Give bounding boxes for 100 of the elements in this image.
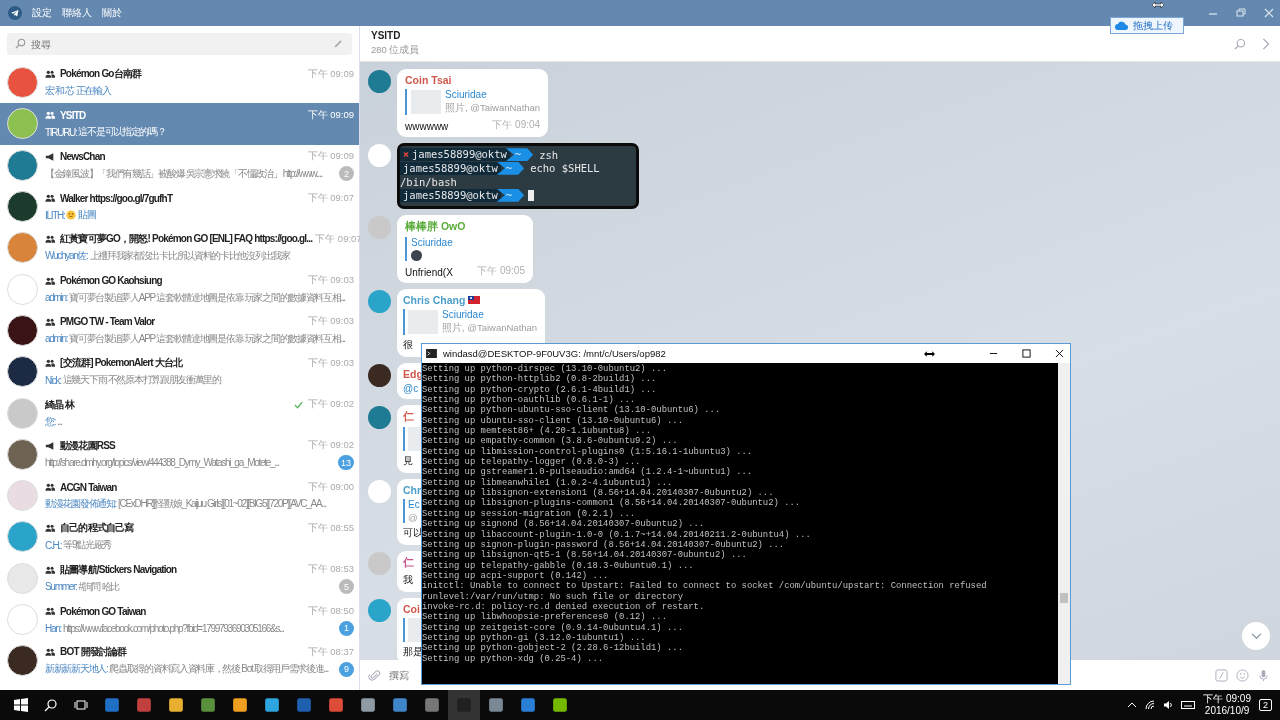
avatar-placeholder <box>7 521 38 553</box>
message-sender: C.H.: <box>45 539 62 551</box>
menu-item[interactable]: 關於 <box>102 6 122 20</box>
console-icon <box>426 349 437 358</box>
avatar-placeholder <box>368 406 391 429</box>
sender-name: 棒棒胖 OwO <box>405 220 466 234</box>
message-preview: ... <box>57 416 62 427</box>
chat-list-item[interactable]: NewsChan 下午 09:09 【金鐘風波】「我們有幾話」被酸爆 吳宗憲求饒「不懂政治」 http://www.... 2 <box>0 144 359 186</box>
message-preview: 貼圖 <box>78 208 96 223</box>
terminal-line: Setting up python-oauthlib (0.6.1-1) ... <box>422 395 636 406</box>
chat-time: 下午 09:09 <box>307 67 354 81</box>
group-icon <box>45 276 55 285</box>
sender-name: Chris Chang <box>403 294 466 306</box>
upload-button[interactable]: 拖拽上传 <box>1110 17 1184 34</box>
maximize-icon[interactable] <box>1022 349 1031 358</box>
unread-count: 1 <box>339 620 354 636</box>
sender-name: Coi <box>403 603 420 615</box>
chevron-up-icon[interactable] <box>1127 700 1138 710</box>
chat-list-item[interactable]: 動漫花園RSS 下午 09:02 http://share.dmhy.org/topics/view/444388_Dymy_Watashi_ga_Motete_... 13 <box>0 433 359 475</box>
avatar-placeholder <box>7 562 38 594</box>
message-input[interactable]: 撰寫 <box>389 669 411 681</box>
notification-count[interactable]: 2 <box>1259 699 1272 711</box>
chat-list-item[interactable]: [交流群] PokemonAlert 大台北 下午 09:03 Nick: 這幾天下雨 不然原本打算跟朋友衝萬里的 <box>0 351 359 393</box>
avatar-placeholder <box>368 364 391 387</box>
terminal-line: Setting up zeitgeist-core (0.9.14-0ubuntu4.1) ... <box>422 622 684 633</box>
chat-list-item[interactable]: Pokémon GO Kaohsiung 下午 09:03 admin: 寶可夢台製追夢人APP 這套軟體達地圖是依靠 玩家之間的數據資料互相... <box>0 268 359 310</box>
message-sender: 您: <box>45 414 56 429</box>
mention-link[interactable]: @c <box>403 383 419 394</box>
megaphone-icon <box>45 441 55 450</box>
message-text: 很 <box>403 338 413 352</box>
message-text: 見 <box>403 454 413 468</box>
message-sender: Wuchyan佐: <box>45 249 88 264</box>
terminal-line: Setting up libwhoopsie-preferences0 (0.12) ... <box>422 612 668 623</box>
message-sender: admin: <box>45 292 68 304</box>
resize-cursor-icon <box>924 350 935 357</box>
keyboard-icon[interactable] <box>1181 700 1196 710</box>
chat-list-item[interactable]: 紅黃寶可夢GO，開怒! Pokémon GO [ENL] FAQ https://goo.gl... 下午 09:07 Wuchyan佐: 上禮拜我家都沒出卡比所以資料的卡比他沒列出我家 <box>0 227 359 269</box>
message-preview: [CExDHR][怪獸娘_Kaijuu Girls][01~02][BIG5][720P][AVC_AA... <box>118 497 326 512</box>
paperclip-icon[interactable] <box>368 668 381 682</box>
group-icon <box>45 359 55 368</box>
message-preview: 【金鐘風波】「我們有幾話」被酸爆 吳宗憲求饒「不懂政治」 http://www.... <box>45 166 322 181</box>
chat-list-item[interactable]: ACGN Taiwan 下午 09:00 動漫花園發佈通知: [CExDHR][怪獸娘_Kaijuu Girls][01~02][BIG5][720P][AVC_AA... <box>0 474 359 517</box>
reply-title: Sciuridae <box>411 237 453 248</box>
menu-item[interactable]: 聯絡人 <box>62 6 92 20</box>
search-icon <box>15 38 26 49</box>
message-text: 我 <box>403 573 413 587</box>
terminal-line: Setting up libsignon-plugins-common1 (8.56+14.04.20140307-0ubuntu2) ... <box>422 498 802 509</box>
sender-name: 仁 <box>403 410 414 424</box>
message-text: wwwwww <box>405 121 449 132</box>
group-icon <box>45 524 55 533</box>
message-preview: 上禮拜我家都沒出卡比所以資料的卡比他沒列出我家 <box>89 249 290 264</box>
terminal-line: invoke-rc.d: policy-rc.d denied execution of restart. <box>422 601 706 612</box>
chat-name: 紅黃寶可夢GO，開怒! Pokémon GO [ENL] FAQ https://goo.gl... <box>60 232 313 247</box>
message-sender: Summer: <box>45 581 77 593</box>
group-icon <box>45 317 55 326</box>
chat-list-item[interactable]: BOT 開發討論群 下午 08:37 新新新新天地人: 爬蟲取得的資料寫入資料庫，然後 Bot 取得用戶需求後進... 9 <box>0 640 359 682</box>
message-preview: http://share.dmhy.org/topics/view/444388_Dymy_Watashi_ga_Motete_... <box>45 457 279 469</box>
group-icon <box>45 565 55 574</box>
typing-status: 宏 和 芯 正在輸入 <box>45 84 111 99</box>
terminal-line: initctl: Unable to connect to Upstart: Failed to connect to socket /com/ubuntu/upstart: Connection refused <box>422 581 988 592</box>
telegram-logo-icon <box>8 6 22 20</box>
prompt-user: james58899@oktw <box>411 148 510 162</box>
reply-subtitle: @ <box>408 512 419 523</box>
chat-list-item[interactable]: 自己的程式自己寫 下午 08:55 C.H.: 等9點光嚴秀 <box>0 516 359 558</box>
close-icon[interactable] <box>1055 349 1064 358</box>
scrollbar[interactable] <box>1058 363 1070 684</box>
prompt-user: james58899@oktw <box>400 188 501 202</box>
terminal-line: Setting up gstreamer1.0-pulseaudio:amd64 (1.2.4-1~ubuntu1) ... <box>422 467 754 478</box>
message-sender: admin: <box>45 333 68 345</box>
chat-name: 自己的程式自己寫 <box>60 521 134 536</box>
scrollbar-thumb[interactable] <box>1060 593 1068 603</box>
chat-list-item[interactable]: PMGO TW - Team Valor 下午 09:03 admin: 寶可夢台製追夢人APP 這套軟體達地圖是依靠 玩家之間的數據資料互相... <box>0 309 359 352</box>
terminal-line: Setting up libaccount-plugin-1.0-0 (0.1.7~+14.04.20140211.2-0ubuntu4) ... <box>422 529 812 540</box>
terminal-line: Setting up signon-plugin-password (8.56+14.04.20140307-0ubuntu2) ... <box>422 539 786 550</box>
chat-list-item[interactable]: 貼圖導航/Stickers Navigation 下午 08:53 Summer: #詢問 哈比 5 <box>0 557 359 599</box>
chat-name: NewsChan <box>60 151 105 163</box>
chat-list-item[interactable]: 綺晶 林 下午 09:02 您: ... <box>0 392 359 434</box>
search-field[interactable]: 搜尋 <box>7 33 352 55</box>
message-preview: 寶可夢台製追夢人APP 這套軟體達地圖是依靠 玩家之間的數據資料互相... <box>69 290 345 305</box>
menu-item[interactable]: 設定 <box>32 6 52 20</box>
reply-subtitle: 照片, @TaiwanNathan <box>445 102 541 115</box>
chat-name: ACGN Taiwan <box>60 481 117 493</box>
network-icon[interactable] <box>1145 700 1156 710</box>
cloud-icon <box>1115 20 1129 31</box>
avatar-placeholder <box>7 645 38 677</box>
chat-list-item[interactable]: Walker https://goo.gl/7gufhT 下午 09:07 ILITH: 貼圖 <box>0 185 359 228</box>
chat-list-item[interactable]: Pokémon Go台南群 下午 09:09 宏 和 芯 正在輸入 <box>0 62 359 104</box>
clock-date: 2016/10/9 <box>1204 705 1250 717</box>
message-sender: ILITH: <box>45 209 65 221</box>
message-preview: 這不是可以指定的嗎？ <box>78 125 166 140</box>
group-icon <box>45 235 55 244</box>
message-text: 那是 <box>403 646 423 657</box>
reply-title: Ec <box>408 499 420 510</box>
speaker-icon[interactable] <box>1163 700 1174 710</box>
chat-list-item[interactable]: Pokémon GO Taiwan 下午 08:50 Han: https://www.facebook.com/photo.php?fbid=1799793690305166&s... 1 <box>0 598 359 641</box>
chat-time: 下午 08:37 <box>307 645 354 659</box>
avatar-placeholder <box>7 480 38 512</box>
chat-list-item[interactable]: YSITD 下午 09:09 TIRURU: 這不是可以指定的嗎？ <box>0 103 359 145</box>
terminal-line: Setting up python-gi (3.12.0-1ubuntu1) ... <box>422 632 647 643</box>
terminal-line: Setting up telepathy-logger (0.8.0-3) ... <box>422 457 641 468</box>
